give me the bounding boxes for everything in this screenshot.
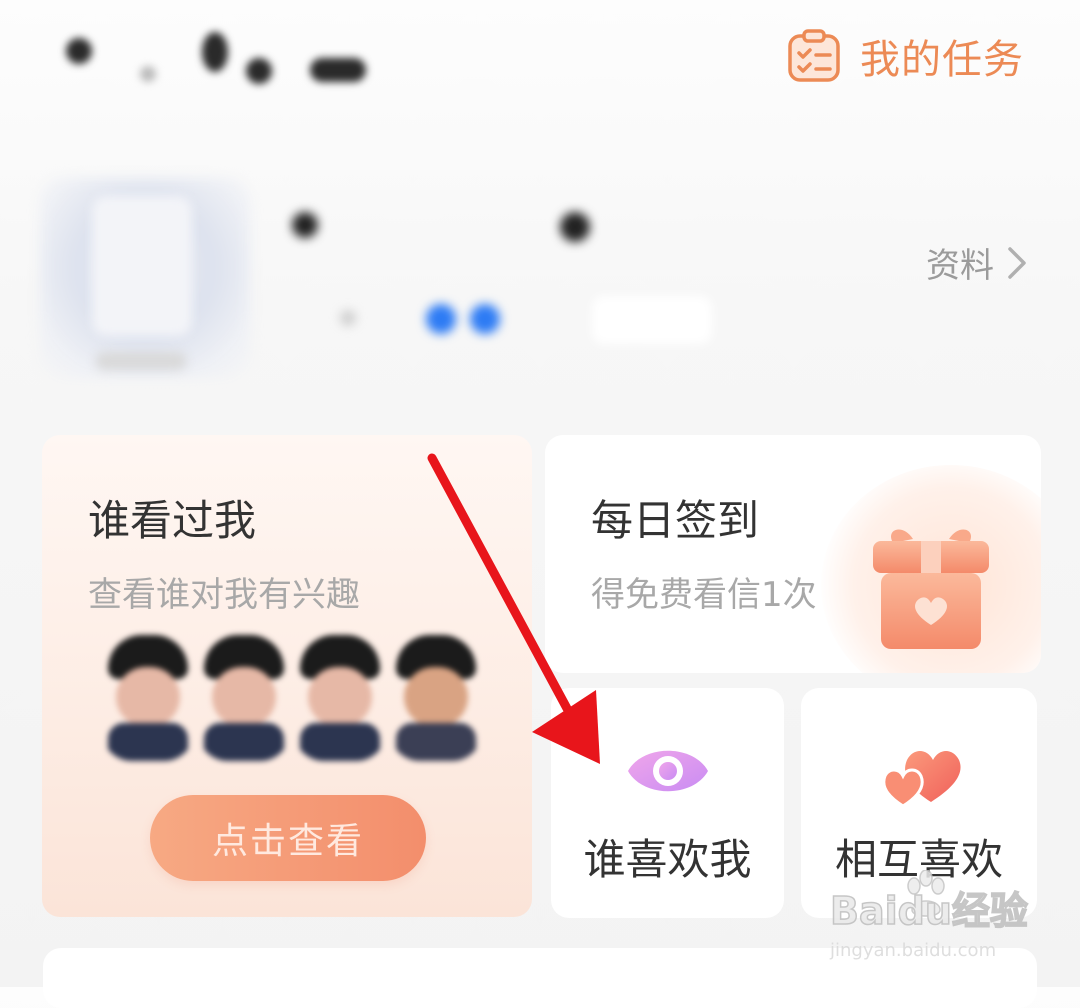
red-arrow-annotation bbox=[427, 453, 600, 764]
who-likes-me-label: 谁喜欢我 bbox=[583, 835, 752, 884]
daily-signin-card[interactable]: 每日签到 得免费看信1次 bbox=[545, 435, 1041, 673]
gift-icon bbox=[873, 529, 989, 649]
who-viewed-me-subtitle: 查看谁对我有兴趣 bbox=[88, 575, 360, 615]
daily-signin-title: 每日签到 bbox=[591, 496, 760, 545]
double-heart-icon bbox=[882, 751, 961, 808]
daily-signin-subtitle: 得免费看信1次 bbox=[591, 575, 817, 615]
profile-details-label: 资料 bbox=[926, 246, 994, 286]
eye-icon bbox=[628, 750, 708, 792]
visitor-avatar bbox=[198, 631, 290, 761]
my-tasks-label: 我的任务 bbox=[860, 37, 1024, 83]
who-viewed-me-title: 谁看过我 bbox=[88, 496, 257, 545]
blurred-username bbox=[60, 28, 380, 88]
baidu-jingyan-watermark: Baidu经验 jingyan.baidu.com bbox=[829, 870, 1040, 970]
chevron-right-icon bbox=[1008, 246, 1026, 279]
watermark-url: jingyan.baidu.com bbox=[830, 940, 997, 961]
avatar-image bbox=[92, 196, 192, 336]
my-tasks-button[interactable]: 我的任务 bbox=[786, 24, 1024, 88]
visitor-avatar bbox=[102, 631, 194, 761]
watermark-logo: Baidu经验 bbox=[829, 888, 1028, 934]
visitor-avatar bbox=[294, 631, 386, 761]
view-visitors-button[interactable]: 点击查看 bbox=[150, 795, 426, 881]
view-visitors-label: 点击查看 bbox=[211, 821, 364, 862]
task-clipboard-icon bbox=[788, 29, 840, 82]
profile-details-link[interactable]: 资料 bbox=[926, 238, 1028, 287]
